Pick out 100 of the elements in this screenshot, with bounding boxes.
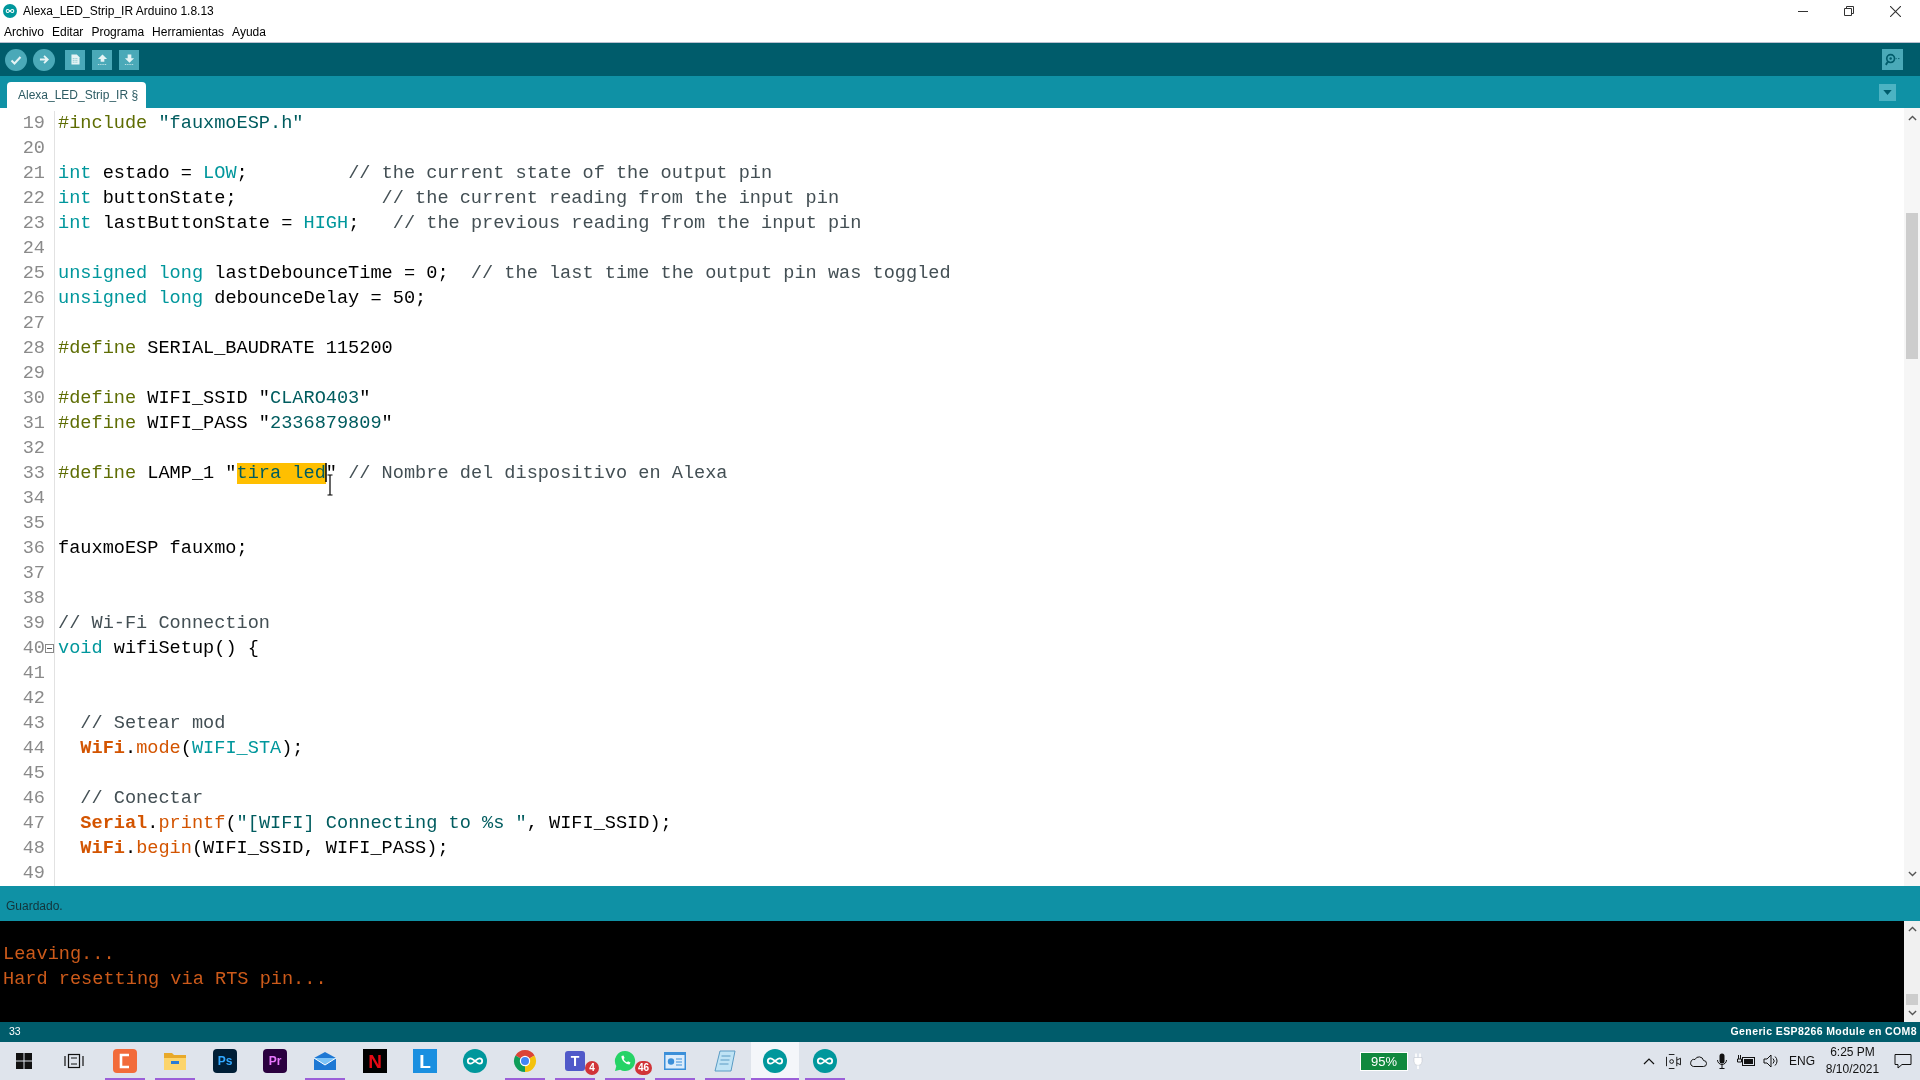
line-indicator: 33	[9, 1024, 21, 1040]
menu-item[interactable]: Ayuda	[232, 23, 266, 41]
infinity-logo-icon	[3, 4, 17, 18]
close-icon[interactable]	[1889, 5, 1901, 17]
tricolor-circle-icon[interactable]	[513, 1049, 537, 1073]
line-number: 32	[21, 437, 45, 461]
chevron-up-icon[interactable]	[1643, 1057, 1655, 1065]
line-number: 45	[21, 762, 45, 786]
status-message: Guardado.	[6, 897, 63, 915]
chevron-up-icon[interactable]	[1907, 115, 1917, 121]
upload-button[interactable]	[33, 48, 55, 71]
chevron-up-icon[interactable]	[1907, 926, 1917, 932]
camera-icon[interactable]	[1666, 1053, 1681, 1069]
code-line: int buttonState; // the current reading from the input pin	[58, 187, 840, 211]
line-number: 39	[21, 612, 45, 636]
app-tile[interactable]: N	[363, 1049, 387, 1073]
code-line: fauxmoESP fauxmo;	[58, 537, 248, 561]
line-number: 29	[21, 362, 45, 386]
speaker-icon[interactable]	[1763, 1054, 1779, 1068]
line-number: 34	[21, 487, 45, 511]
clock-date[interactable]: 8/10/2021	[1825, 1061, 1880, 1078]
line-number: 47	[21, 812, 45, 836]
taskbar-button[interactable]: Ps	[201, 1042, 249, 1080]
vertical-scrollbar[interactable]	[1904, 921, 1920, 1022]
infinity-circle-icon[interactable]	[763, 1049, 787, 1073]
line-number: 41	[21, 662, 45, 686]
app-tile[interactable]: T	[565, 1051, 585, 1071]
four-squares-icon[interactable]	[16, 1053, 32, 1069]
text-cursor-icon	[324, 461, 333, 497]
line-number: 38	[21, 587, 45, 611]
line-number: 37	[21, 562, 45, 586]
line-number: 35	[21, 512, 45, 536]
notification-badge: 46	[635, 1061, 653, 1075]
caret-down-icon[interactable]	[1883, 89, 1892, 95]
cloud-icon[interactable]	[1689, 1055, 1707, 1067]
line-number: 22	[21, 187, 45, 211]
line-number: 36	[21, 537, 45, 561]
window-title: Alexa_LED_Strip_IR Arduino 1.8.13	[23, 3, 214, 20]
line-number: 40	[21, 637, 45, 661]
plug-icon	[1413, 1053, 1424, 1069]
chevron-down-icon[interactable]	[1907, 871, 1917, 877]
infinity-circle-icon[interactable]	[463, 1049, 487, 1073]
code-line: WiFi.mode(WIFI_STA);	[79, 737, 304, 761]
line-number: 28	[21, 337, 45, 361]
menu-item[interactable]: Programa	[91, 23, 145, 41]
new-button[interactable]	[65, 49, 85, 70]
line-number: 21	[21, 162, 45, 186]
microphone-icon[interactable]	[1717, 1053, 1727, 1069]
open-button[interactable]	[92, 49, 112, 70]
code-line: // Conectar	[79, 787, 204, 811]
code-line: unsigned long debounceDelay = 50;	[58, 287, 427, 311]
stacked-windows-icon[interactable]	[64, 1053, 84, 1069]
line-number: 43	[21, 712, 45, 736]
line-number: 30	[21, 387, 45, 411]
line-number: 23	[21, 212, 45, 236]
clock-time[interactable]: 6:25 PM	[1830, 1044, 1875, 1061]
chart-window-icon[interactable]	[663, 1051, 687, 1071]
line-number: 25	[21, 262, 45, 286]
battery-icon[interactable]	[1737, 1055, 1755, 1067]
line-number: 31	[21, 412, 45, 436]
restore-icon[interactable]	[1844, 6, 1854, 16]
taskbar-button[interactable]: Pr	[251, 1042, 299, 1080]
verify-button[interactable]	[5, 48, 27, 71]
language-indicator[interactable]: ENG	[1789, 1052, 1815, 1070]
code-line: int estado = LOW; // the current state of the output pin	[58, 162, 773, 186]
tab-menu-button[interactable]	[1879, 83, 1896, 101]
console-line: Leaving...	[3, 943, 115, 967]
menu-item[interactable]: Editar	[52, 23, 84, 41]
notepad-icon[interactable]	[713, 1049, 737, 1073]
battery-percentage[interactable]: 95%	[1360, 1051, 1409, 1071]
folder-icon[interactable]	[163, 1050, 187, 1072]
code-line: unsigned long lastDebounceTime = 0; // the last time the output pin was toggled	[58, 262, 951, 286]
line-number: 24	[21, 237, 45, 261]
code-line: Serial.printf("[WIFI] Connecting to %s ", WIFI_SSID);	[79, 812, 672, 836]
tab[interactable]: Alexa_LED_Strip_IR §	[7, 82, 147, 108]
scrollbar-thumb[interactable]	[1906, 213, 1918, 359]
console-line: Hard resetting via RTS pin...	[3, 968, 327, 992]
infinity-circle-icon[interactable]	[813, 1049, 837, 1073]
speech-bubble-icon[interactable]	[1893, 1053, 1912, 1069]
chevron-down-icon[interactable]	[1907, 1010, 1917, 1016]
app-tile[interactable]: Pr	[263, 1049, 287, 1073]
menu-item[interactable]: Archivo	[4, 23, 44, 41]
envelope-icon[interactable]	[313, 1051, 337, 1071]
line-number: 46	[21, 787, 45, 811]
line-number: 49	[21, 862, 45, 886]
save-button[interactable]	[119, 49, 139, 70]
menu-item[interactable]: Herramientas	[152, 23, 225, 41]
phone-bubble-icon[interactable]	[613, 1049, 637, 1073]
code-line: #define SERIAL_BAUDRATE 115200	[58, 337, 393, 361]
bracket-tile-icon[interactable]	[113, 1049, 137, 1073]
scrollbar-thumb[interactable]	[1906, 994, 1918, 1005]
line-number: 33	[21, 462, 45, 486]
app-tile[interactable]: Ps	[213, 1049, 237, 1073]
vertical-scrollbar[interactable]	[1904, 108, 1920, 886]
taskbar-button[interactable]: T 4	[551, 1042, 599, 1080]
code-line: // Setear mod	[79, 712, 226, 736]
taskbar-button[interactable]: N	[351, 1042, 399, 1080]
line-number: 48	[21, 837, 45, 861]
minimize-icon[interactable]	[1798, 10, 1808, 12]
collapse-icon[interactable]	[45, 644, 54, 653]
